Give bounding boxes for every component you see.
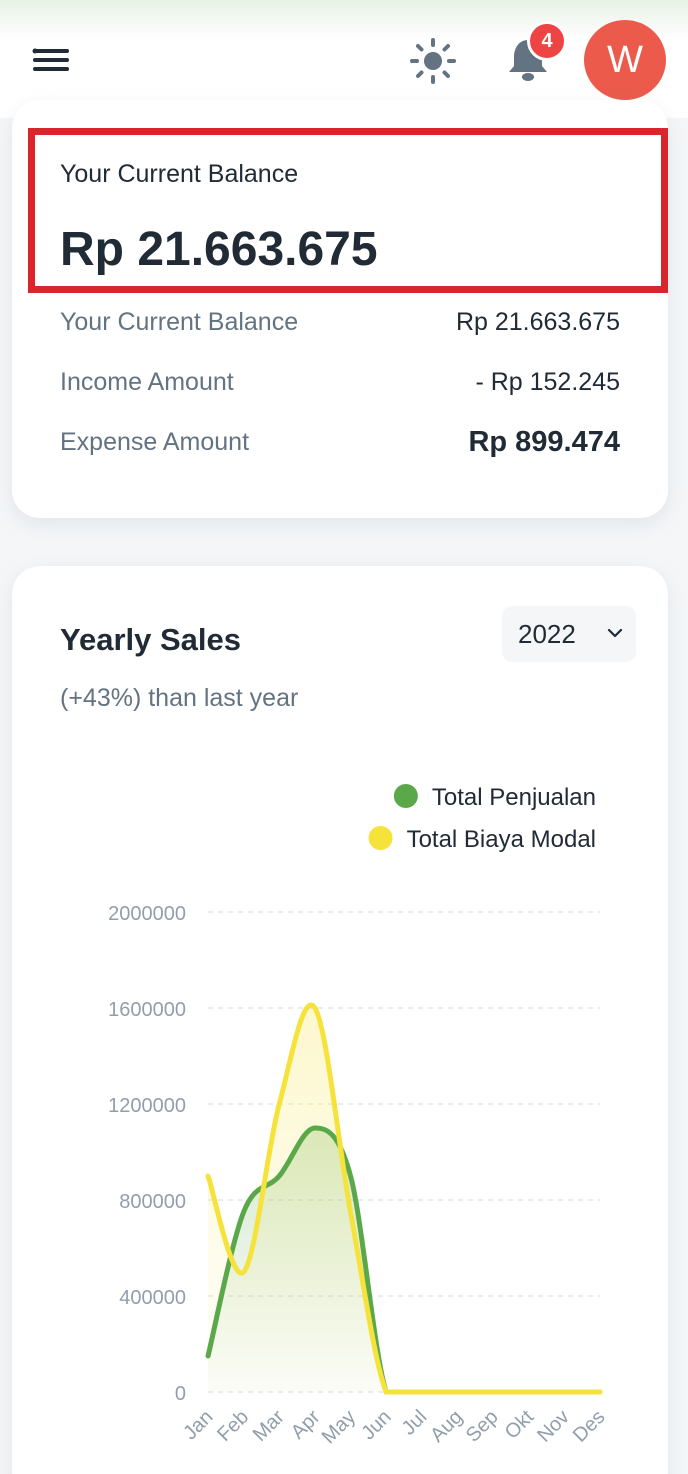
- hamburger-menu-icon: [32, 48, 69, 71]
- x-tick-label: May: [318, 1406, 360, 1448]
- y-tick-label: 0: [175, 1383, 186, 1405]
- x-tick-label: Nov: [533, 1406, 574, 1447]
- year-select[interactable]: 2022: [502, 606, 636, 662]
- legend-marker[interactable]: [368, 826, 393, 850]
- yearly-sales-subtitle: (+43%) than last year: [60, 684, 299, 712]
- x-tick-label: Okt: [501, 1406, 539, 1444]
- year-select-value: 2022: [518, 618, 576, 649]
- header-glow: [0, 0, 688, 40]
- x-tick-label: Mar: [249, 1406, 289, 1446]
- yearly-sales-chart: 0 400000 800000 1200000 1600000 2000000 JanFe…: [108, 784, 610, 1448]
- sun-icon: [410, 38, 456, 84]
- x-tick-label: Jan: [179, 1406, 217, 1444]
- y-tick-label: 800000: [119, 1191, 186, 1213]
- income-row-value: - Rp 152.245: [475, 368, 620, 396]
- notification-badge: 4: [527, 21, 567, 61]
- series-area-1: [208, 1005, 600, 1392]
- balance-row-label: Your Current Balance: [60, 308, 299, 336]
- yearly-sales-title: Yearly Sales: [60, 622, 241, 657]
- current-balance-label: Your Current Balance: [60, 160, 299, 188]
- theme-toggle-button[interactable]: [408, 36, 458, 86]
- y-tick-label: 400000: [119, 1287, 186, 1309]
- current-balance-amount: Rp 21.663.675: [60, 223, 378, 276]
- menu-button[interactable]: [28, 40, 76, 80]
- dashboard-page: 4 W Your Current Balance Rp 21.663.675 Y…: [0, 0, 688, 1474]
- y-tick-label: 1200000: [108, 1095, 186, 1117]
- y-tick-label: 1600000: [108, 999, 186, 1021]
- expense-row-label: Expense Amount: [60, 428, 250, 456]
- income-row-label: Income Amount: [60, 368, 234, 396]
- legend-marker[interactable]: [393, 784, 418, 808]
- x-tick-label: Des: [569, 1406, 610, 1447]
- legend-label[interactable]: Total Penjualan: [432, 784, 596, 811]
- expense-row-value: Rp 899.474: [468, 426, 620, 458]
- x-tick-label: Jun: [357, 1406, 395, 1444]
- user-avatar[interactable]: W: [584, 20, 666, 100]
- x-tick-label: Aug: [426, 1406, 467, 1447]
- x-tick-label: Apr: [287, 1406, 325, 1444]
- chevron-down-icon: [607, 628, 623, 638]
- x-tick-label: Sep: [462, 1406, 503, 1447]
- legend-label[interactable]: Total Biaya Modal: [407, 826, 596, 853]
- x-tick-label: Feb: [213, 1406, 253, 1446]
- y-tick-label: 2000000: [108, 903, 186, 925]
- balance-row-value: Rp 21.663.675: [455, 308, 620, 336]
- x-tick-label: Jul: [398, 1406, 432, 1440]
